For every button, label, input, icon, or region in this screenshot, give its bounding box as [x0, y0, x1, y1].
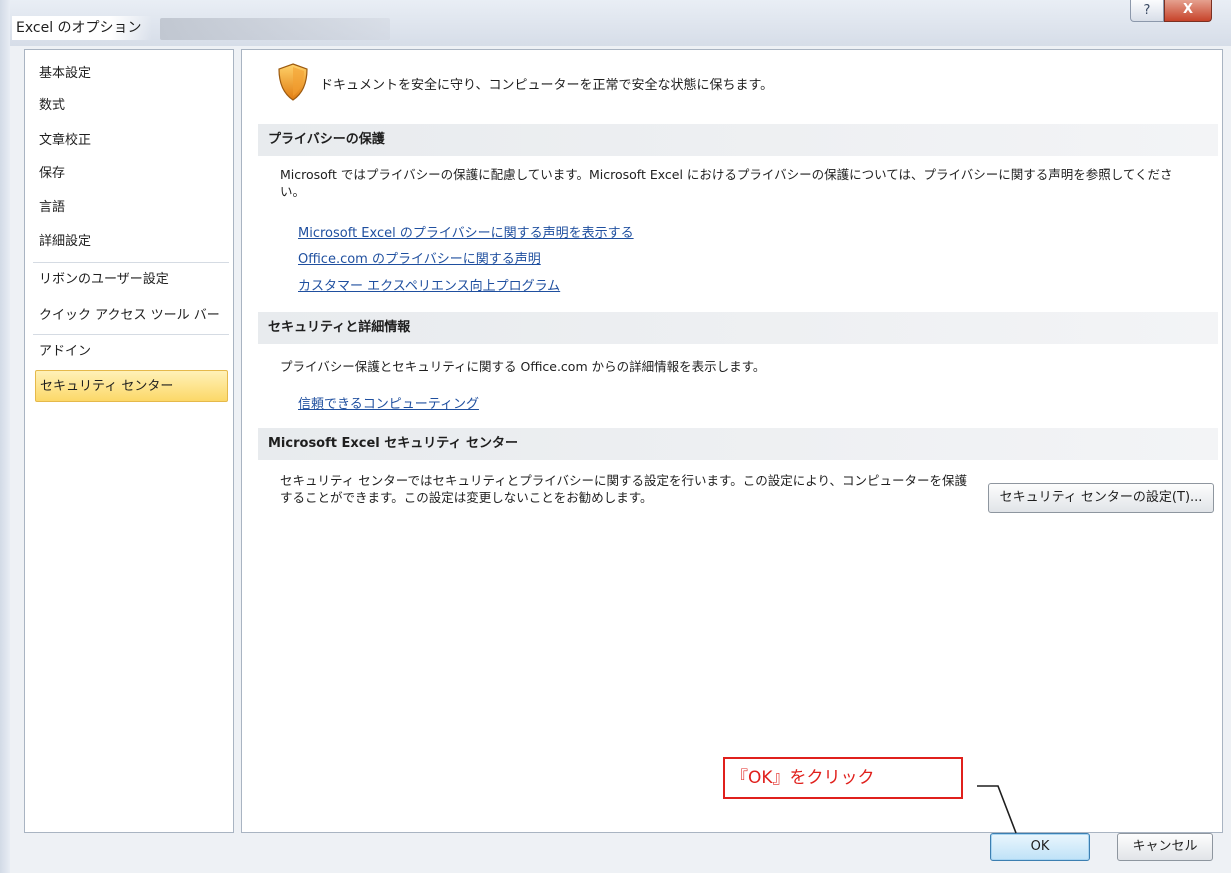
window-title: Excel のオプション — [12, 16, 152, 40]
sidebar-item-addins[interactable]: アドイン — [35, 336, 228, 368]
office-privacy-link[interactable]: Office.com のプライバシーに関する声明 — [298, 248, 541, 267]
sidebar-item-proofing[interactable]: 文章校正 — [35, 125, 228, 157]
sidebar-divider — [33, 334, 229, 335]
close-button[interactable]: X — [1164, 0, 1212, 22]
excel-options-dialog: Excel のオプション ? X 基本設定 数式 文章校正 保存 言語 詳細設定… — [0, 0, 1231, 873]
privacy-statement-link[interactable]: Microsoft Excel のプライバシーに関する声明を表示する — [298, 222, 634, 241]
ceip-link[interactable]: カスタマー エクスペリエンス向上プログラム — [298, 275, 560, 294]
window-left-edge — [0, 0, 10, 873]
trustworthy-computing-link[interactable]: 信頼できるコンピューティング — [298, 393, 479, 412]
intro-text: ドキュメントを安全に守り、コンピューターを正常で安全な状態に保ちます。 — [320, 78, 774, 93]
privacy-description: Microsoft ではプライバシーの保護に配慮しています。Microsoft … — [280, 167, 1173, 199]
security-description: プライバシー保護とセキュリティに関する Office.com からの詳細情報を表… — [280, 359, 766, 374]
ok-button[interactable]: OK — [990, 833, 1090, 861]
title-bar-blur — [160, 18, 390, 40]
sidebar-item-customize-ribbon[interactable]: リボンのユーザー設定 — [35, 264, 228, 296]
cancel-button[interactable]: キャンセル — [1117, 833, 1213, 861]
trust-center-settings-button[interactable]: セキュリティ センターの設定(T)... — [988, 483, 1214, 513]
options-sidebar: 基本設定 数式 文章校正 保存 言語 詳細設定 リボンのユーザー設定 クイック … — [24, 49, 234, 833]
trust-center-description: セキュリティ センターではセキュリティとプライバシーに関する設定を行います。この… — [280, 473, 967, 505]
sidebar-item-quick-access-toolbar[interactable]: クイック アクセス ツール バー — [35, 300, 228, 332]
sidebar-item-language[interactable]: 言語 — [35, 192, 228, 224]
sidebar-item-trust-center[interactable]: セキュリティ センター — [35, 370, 228, 402]
annotation-callout: 『OK』をクリック — [723, 757, 963, 799]
trust-center-section-header: Microsoft Excel セキュリティ センター — [258, 428, 1218, 460]
sidebar-item-formulas[interactable]: 数式 — [35, 90, 228, 122]
help-button[interactable]: ? — [1130, 0, 1164, 22]
security-section-header: セキュリティと詳細情報 — [258, 312, 1218, 344]
sidebar-divider — [33, 262, 229, 263]
sidebar-item-save[interactable]: 保存 — [35, 158, 228, 190]
trust-center-panel: ドキュメントを安全に守り、コンピューターを正常で安全な状態に保ちます。 プライバ… — [241, 49, 1223, 833]
sidebar-item-general[interactable]: 基本設定 — [35, 58, 228, 90]
shield-icon — [278, 63, 308, 101]
privacy-section-header: プライバシーの保護 — [258, 124, 1218, 156]
sidebar-item-advanced[interactable]: 詳細設定 — [35, 226, 228, 258]
